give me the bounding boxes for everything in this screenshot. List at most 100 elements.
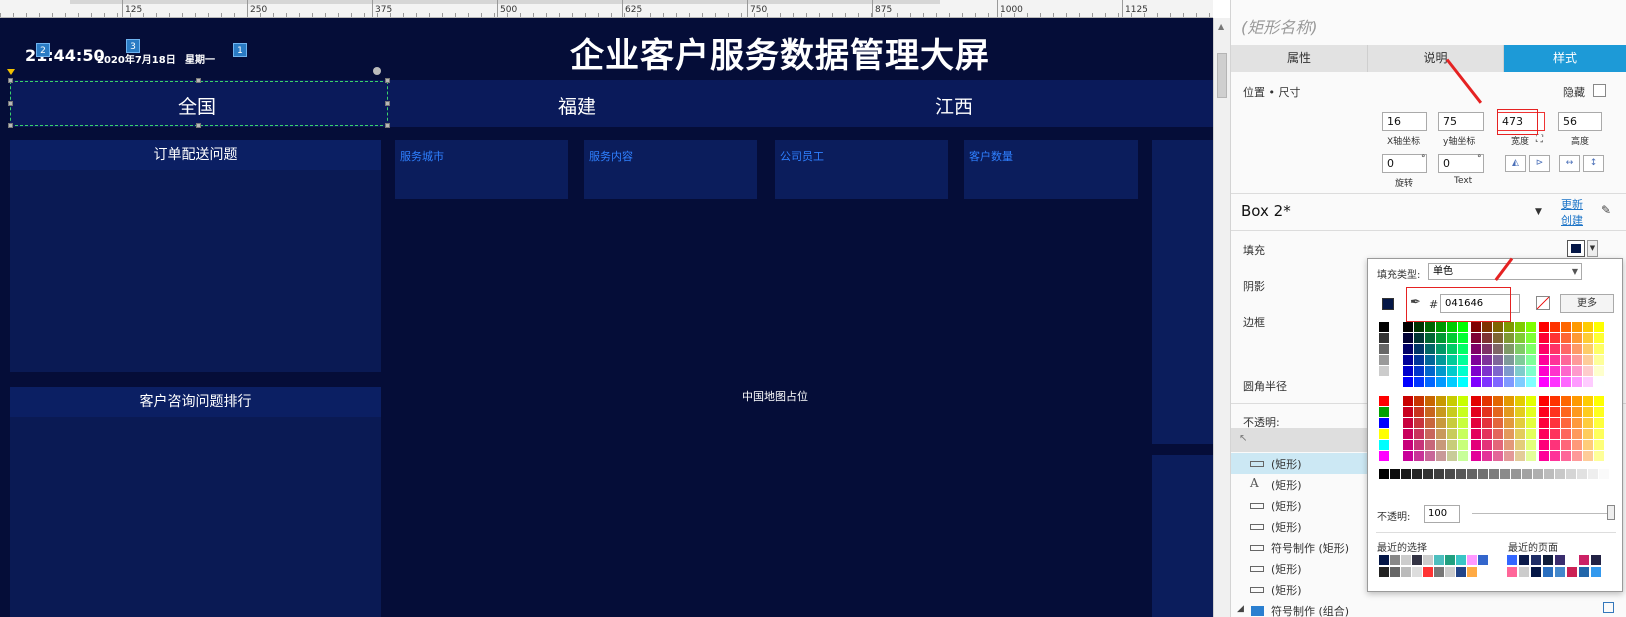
recent-color-swatch[interactable]	[1423, 567, 1433, 577]
palette-swatch[interactable]	[1493, 366, 1503, 376]
resize-handle[interactable]	[8, 78, 13, 83]
card-customers[interactable]: 客户数量	[964, 140, 1138, 199]
recent-page-swatch[interactable]	[1555, 555, 1565, 565]
resize-handle[interactable]	[8, 101, 13, 106]
gray-swatch[interactable]	[1456, 469, 1466, 479]
palette-swatch[interactable]	[1414, 322, 1424, 332]
more-colors-button[interactable]: 更多	[1560, 294, 1614, 313]
palette-swatch[interactable]	[1572, 344, 1582, 354]
palette-swatch[interactable]	[1550, 418, 1560, 428]
x-input[interactable]: 16	[1382, 112, 1427, 131]
palette-swatch[interactable]	[1493, 344, 1503, 354]
recent-color-swatch[interactable]	[1412, 555, 1422, 565]
recent-color-swatch[interactable]	[1390, 555, 1400, 565]
recent-color-swatch[interactable]	[1434, 567, 1444, 577]
opacity-slider-track[interactable]	[1472, 513, 1612, 514]
consult-rank-panel[interactable]: 客户咨询问题排行	[10, 387, 381, 617]
palette-swatch[interactable]	[1550, 451, 1560, 461]
palette-swatch[interactable]	[1526, 355, 1536, 365]
palette-swatch[interactable]	[1561, 418, 1571, 428]
palette-swatch[interactable]	[1572, 333, 1582, 343]
flip-horizontal-icon[interactable]: ◭	[1505, 155, 1526, 172]
palette-swatch[interactable]	[1482, 377, 1492, 387]
palette-swatch[interactable]	[1379, 407, 1389, 417]
palette-swatch[interactable]	[1561, 355, 1571, 365]
palette-swatch[interactable]	[1482, 396, 1492, 406]
right-panel-bottom[interactable]	[1152, 455, 1213, 617]
palette-swatch[interactable]	[1414, 333, 1424, 343]
order-delivery-panel[interactable]: 订单配送问题	[10, 140, 381, 372]
palette-swatch[interactable]	[1539, 407, 1549, 417]
palette-swatch[interactable]	[1515, 333, 1525, 343]
palette-swatch[interactable]	[1414, 366, 1424, 376]
palette-swatch[interactable]	[1471, 344, 1481, 354]
palette-swatch[interactable]	[1572, 429, 1582, 439]
fit-height-icon[interactable]: ↕	[1583, 155, 1604, 172]
palette-swatch[interactable]	[1482, 451, 1492, 461]
palette-swatch[interactable]	[1403, 366, 1413, 376]
palette-swatch[interactable]	[1539, 344, 1549, 354]
layer-item[interactable]: (矩形)	[1231, 495, 1371, 516]
tab-properties[interactable]: 属性	[1231, 45, 1368, 72]
palette-swatch[interactable]	[1583, 333, 1593, 343]
palette-swatch[interactable]	[1515, 366, 1525, 376]
palette-swatch[interactable]	[1572, 451, 1582, 461]
palette-swatch[interactable]	[1482, 407, 1492, 417]
palette-swatch[interactable]	[1379, 344, 1389, 354]
recent-page-swatch[interactable]	[1531, 567, 1541, 577]
recent-page-swatch[interactable]	[1579, 567, 1589, 577]
palette-swatch[interactable]	[1493, 355, 1503, 365]
tab-notes[interactable]: 说明	[1368, 45, 1504, 72]
palette-swatch[interactable]	[1436, 366, 1446, 376]
palette-swatch[interactable]	[1482, 355, 1492, 365]
palette-swatch[interactable]	[1379, 366, 1389, 376]
card-staff[interactable]: 公司员工	[775, 140, 948, 199]
palette-swatch[interactable]	[1425, 429, 1435, 439]
palette-swatch[interactable]	[1515, 429, 1525, 439]
layer-item[interactable]: (矩形)	[1231, 558, 1371, 579]
palette-swatch[interactable]	[1539, 377, 1549, 387]
palette-swatch[interactable]	[1403, 396, 1413, 406]
region-tab-fujian[interactable]: 福建	[558, 92, 596, 119]
palette-swatch[interactable]	[1379, 355, 1389, 365]
palette-swatch[interactable]	[1515, 396, 1525, 406]
palette-swatch[interactable]	[1515, 418, 1525, 428]
scroll-up-icon[interactable]: ▲	[1218, 22, 1224, 31]
shape-name-field[interactable]: (矩形名称)	[1241, 14, 1318, 38]
palette-swatch[interactable]	[1515, 407, 1525, 417]
palette-swatch[interactable]	[1471, 418, 1481, 428]
palette-swatch[interactable]	[1493, 322, 1503, 332]
recent-page-swatch[interactable]	[1519, 567, 1529, 577]
palette-swatch[interactable]	[1458, 355, 1468, 365]
gray-swatch[interactable]	[1522, 469, 1532, 479]
palette-swatch[interactable]	[1539, 396, 1549, 406]
palette-swatch[interactable]	[1526, 322, 1536, 332]
hide-checkbox[interactable]	[1593, 84, 1606, 97]
palette-swatch[interactable]	[1515, 355, 1525, 365]
palette-swatch[interactable]	[1561, 440, 1571, 450]
palette-swatch[interactable]	[1458, 418, 1468, 428]
recent-page-swatch[interactable]	[1543, 567, 1553, 577]
opacity-input[interactable]: 100	[1424, 505, 1460, 523]
gray-swatch[interactable]	[1390, 469, 1400, 479]
palette-swatch[interactable]	[1482, 429, 1492, 439]
palette-swatch[interactable]	[1539, 429, 1549, 439]
palette-swatch[interactable]	[1515, 440, 1525, 450]
palette-swatch[interactable]	[1458, 322, 1468, 332]
palette-swatch[interactable]	[1526, 407, 1536, 417]
gray-swatch[interactable]	[1467, 469, 1477, 479]
rotate-handle[interactable]	[373, 67, 381, 75]
palette-swatch[interactable]	[1379, 396, 1389, 406]
widget-badge[interactable]: 3	[126, 39, 140, 53]
palette-swatch[interactable]	[1414, 429, 1424, 439]
palette-swatch[interactable]	[1436, 322, 1446, 332]
palette-swatch[interactable]	[1447, 418, 1457, 428]
palette-swatch[interactable]	[1572, 440, 1582, 450]
palette-swatch[interactable]	[1504, 377, 1514, 387]
palette-swatch[interactable]	[1403, 333, 1413, 343]
palette-swatch[interactable]	[1436, 429, 1446, 439]
palette-swatch[interactable]	[1414, 377, 1424, 387]
palette-swatch[interactable]	[1379, 429, 1389, 439]
gray-swatch[interactable]	[1588, 469, 1598, 479]
palette-swatch[interactable]	[1379, 322, 1389, 332]
